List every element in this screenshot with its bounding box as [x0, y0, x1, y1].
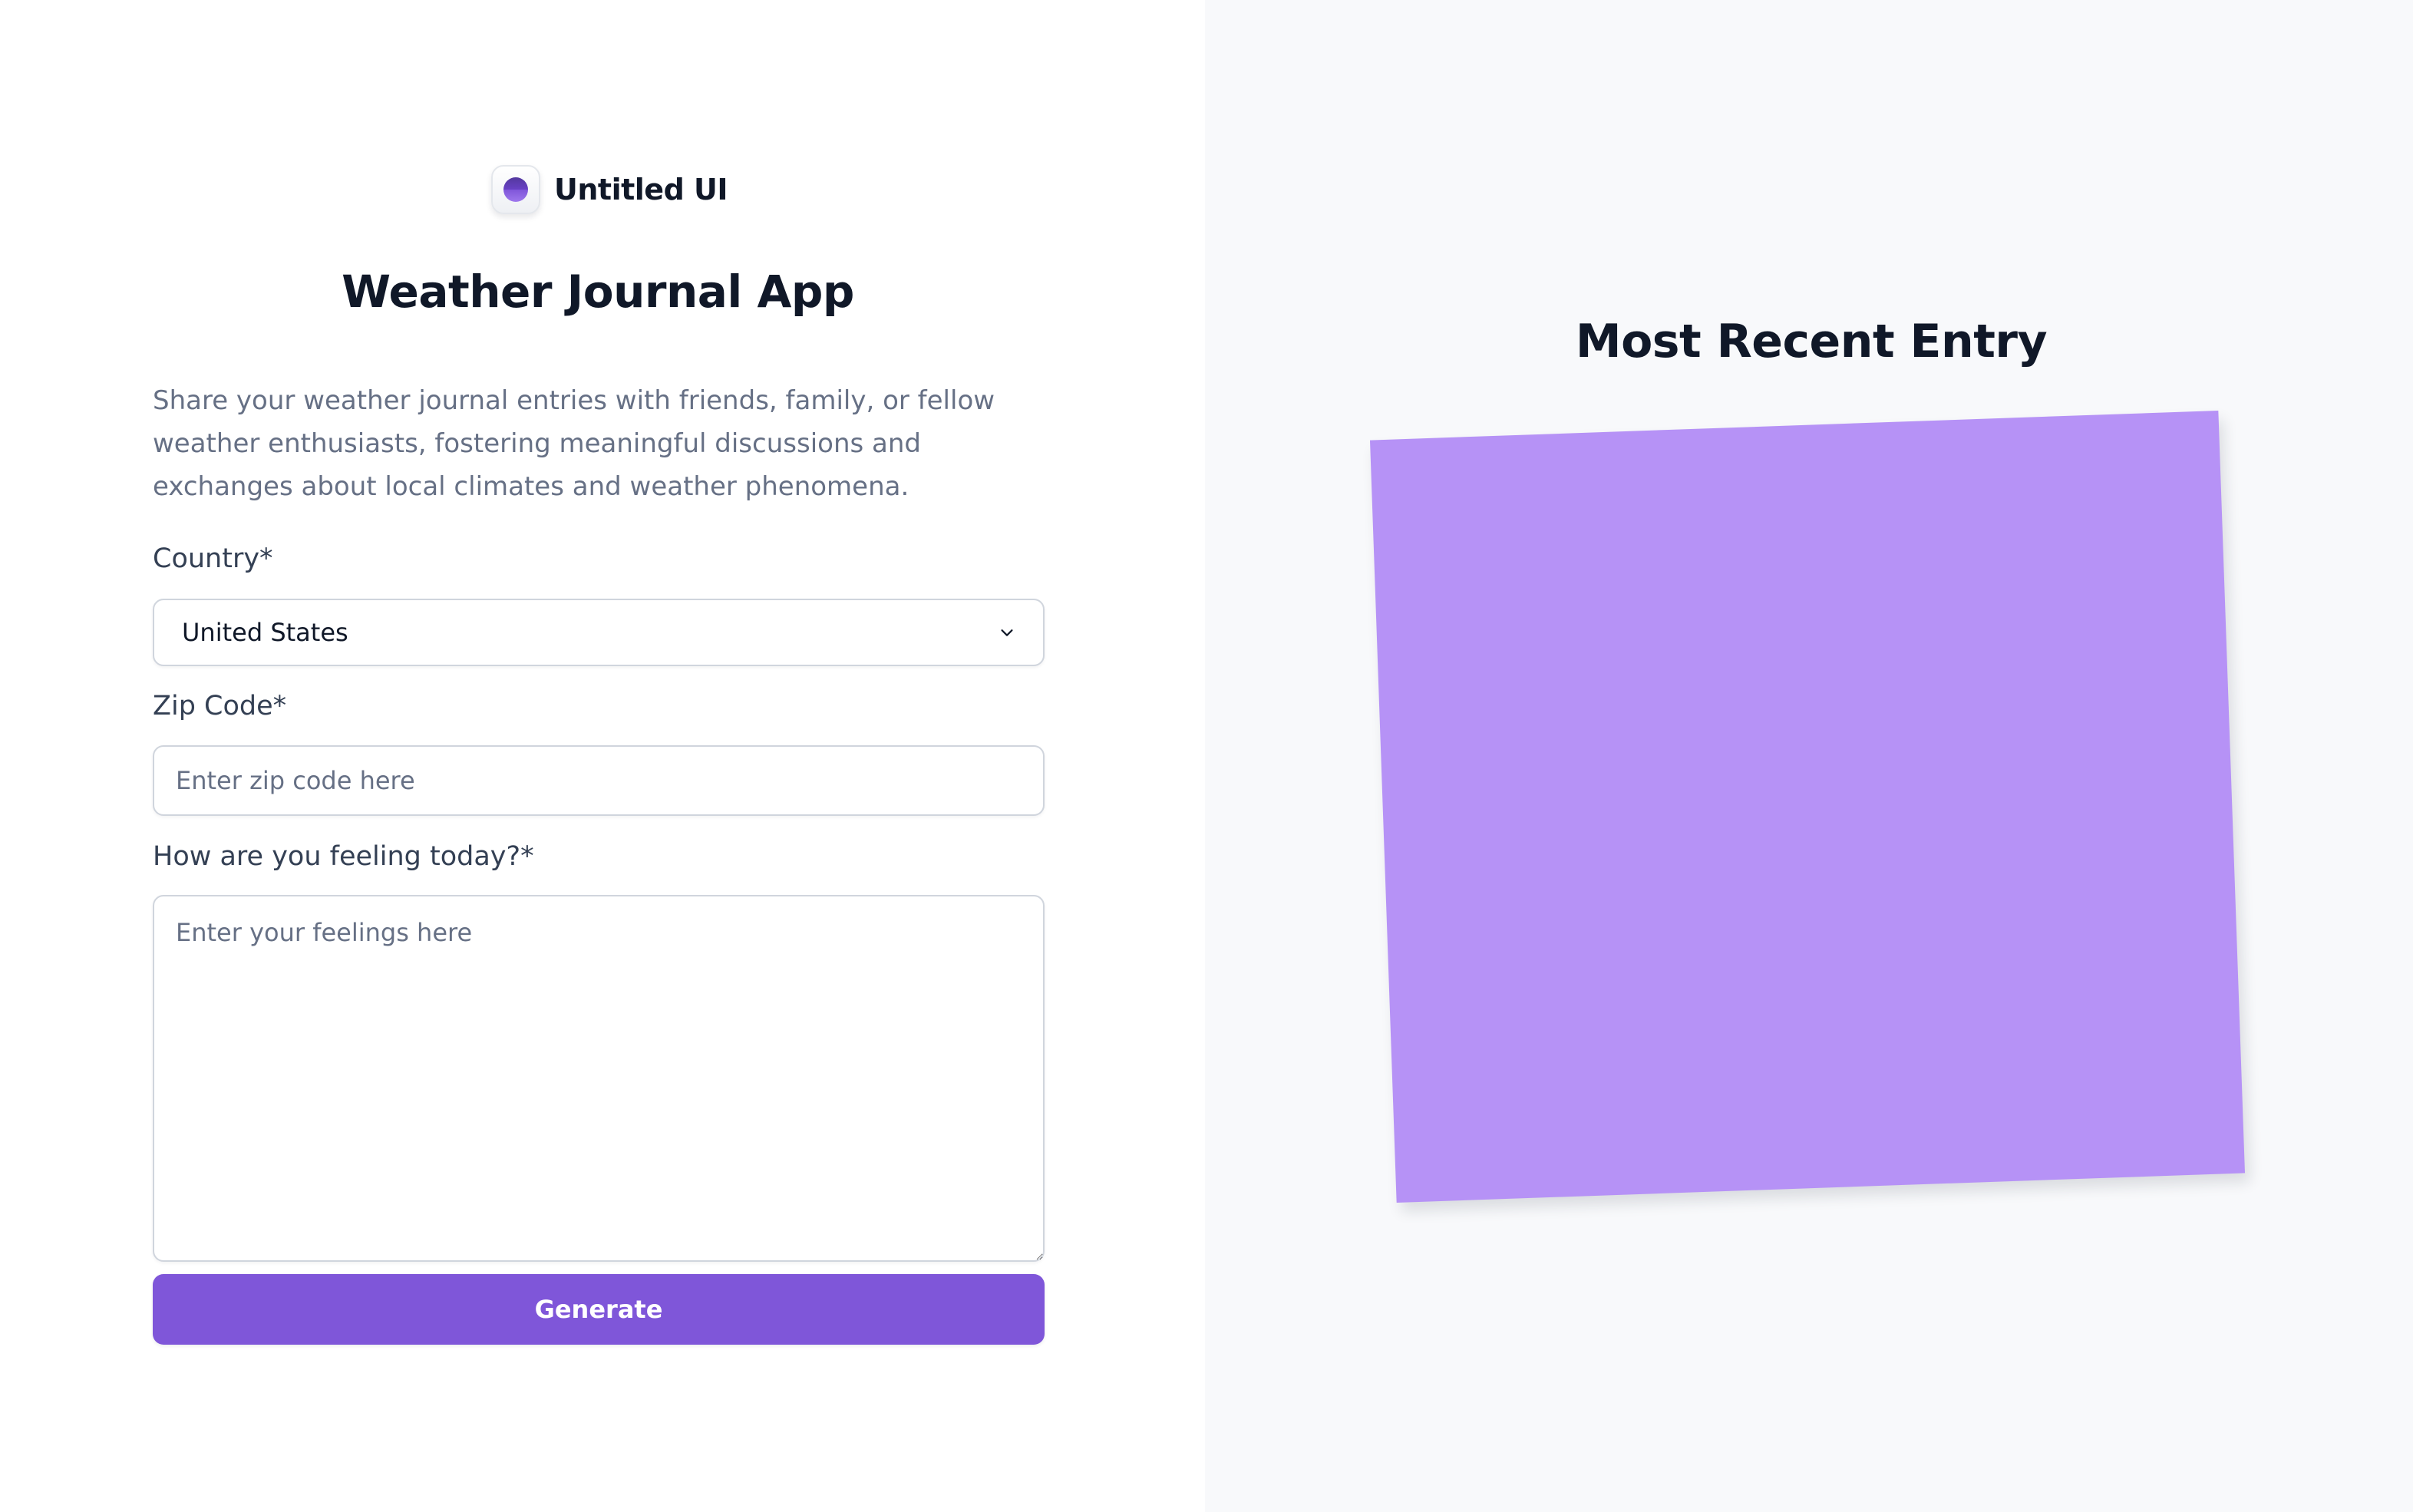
chevron-down-icon: [1001, 629, 1013, 636]
circle-logo-icon: [491, 165, 540, 214]
page: Untitled UI Weather Journal App Share yo…: [0, 0, 2413, 1512]
country-label: Country*: [153, 543, 273, 574]
form-panel: Untitled UI Weather Journal App Share yo…: [0, 0, 1205, 1512]
feelings-textarea[interactable]: [153, 895, 1045, 1262]
page-title: Weather Journal App: [342, 266, 854, 318]
recent-entry-card: [1369, 411, 2246, 1203]
intro-text: Share your weather journal entries with …: [153, 385, 995, 502]
brand: Untitled UI: [491, 164, 728, 215]
brand-name: Untitled UI: [554, 173, 728, 206]
country-select[interactable]: United States: [153, 599, 1045, 666]
zip-code-label: Zip Code*: [153, 691, 287, 721]
country-selected-value: United States: [182, 618, 348, 647]
recent-entry-title: Most Recent Entry: [1575, 315, 2048, 368]
generate-button[interactable]: Generate: [153, 1274, 1045, 1345]
feelings-label: How are you feeling today?*: [153, 841, 534, 872]
zip-code-input[interactable]: [153, 745, 1045, 816]
